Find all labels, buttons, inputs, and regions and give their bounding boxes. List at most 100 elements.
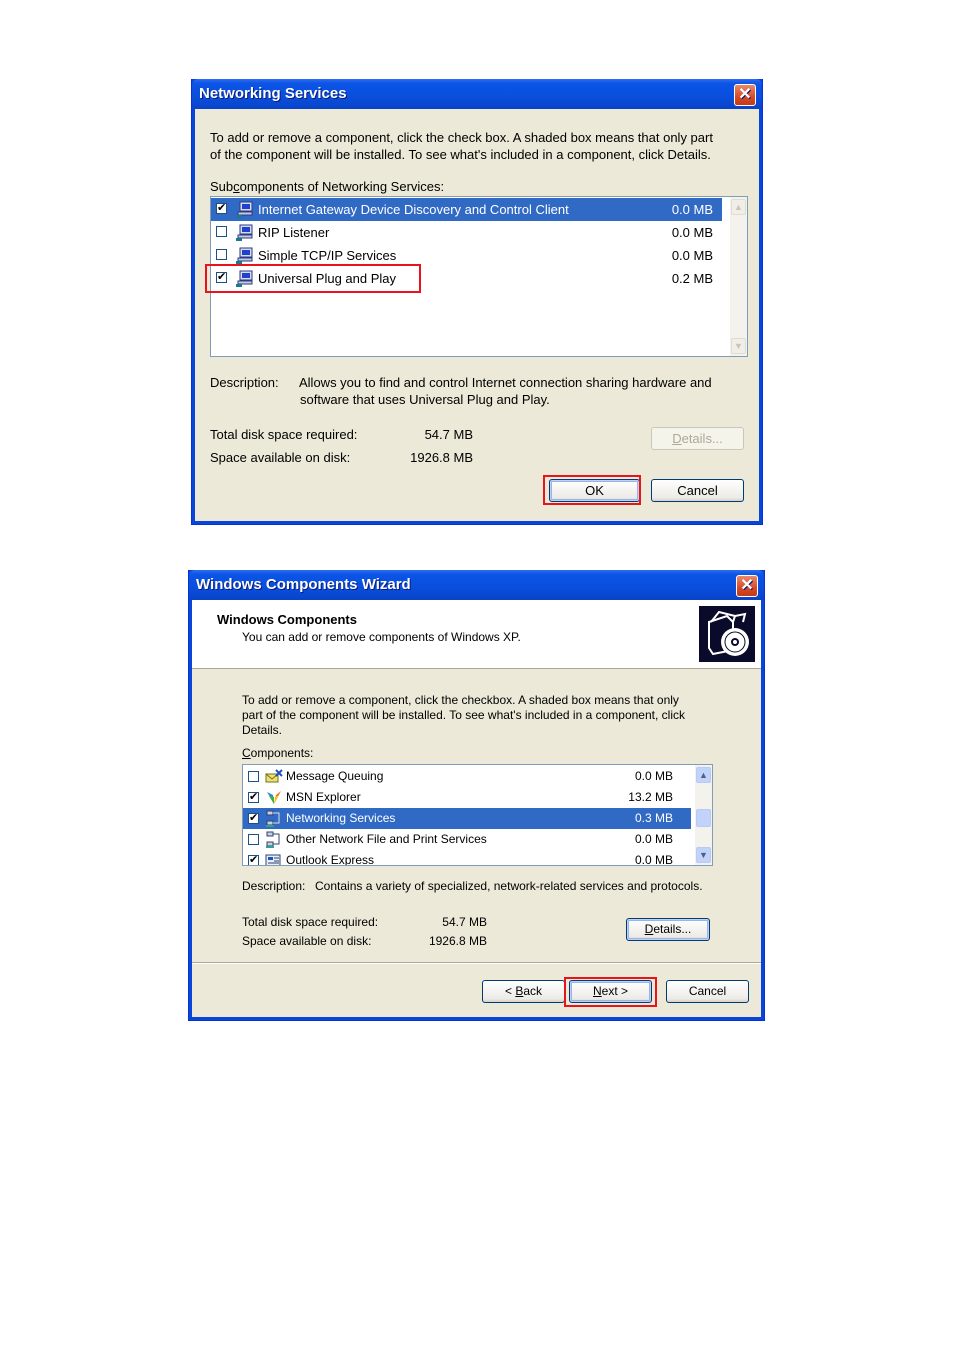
dialog-title: Windows Components Wizard <box>196 576 411 593</box>
components-label: Components: <box>242 746 313 760</box>
network-services-icon <box>266 831 280 848</box>
network-computer-icon <box>236 224 253 241</box>
subcomponents-list[interactable]: ✔ Internet Gateway Device Discovery and … <box>210 196 748 357</box>
instructions-line-1: To add or remove a component, click the … <box>242 693 679 707</box>
space-available-value: 1926.8 MB <box>410 450 473 465</box>
title-bar[interactable]: Networking Services ✕ <box>192 79 762 109</box>
accel-char: N <box>592 984 602 998</box>
subcomponents-label: Subcomponents of Networking Services: <box>210 179 444 194</box>
cancel-button[interactable]: Cancel <box>666 980 749 1003</box>
instructions-line-2: of the component will be installed. To s… <box>210 147 711 162</box>
list-item-networking-services[interactable]: ✔ Networking Services 0.3 MB <box>243 808 691 829</box>
item-label: Internet Gateway Device Discovery and Co… <box>258 202 569 217</box>
close-button[interactable]: ✕ <box>734 84 756 106</box>
ok-button[interactable]: OK <box>549 479 640 502</box>
list-item-igd[interactable]: ✔ Internet Gateway Device Discovery and … <box>211 198 722 221</box>
description-label: Description: <box>242 879 306 893</box>
next-button[interactable]: Next > <box>569 980 652 1003</box>
dialog-title: Networking Services <box>199 85 347 102</box>
checkbox-unchecked[interactable] <box>216 249 227 260</box>
outlook-express-icon <box>265 854 281 865</box>
list-item-other-network-file-print[interactable]: Other Network File and Print Services 0.… <box>243 829 691 850</box>
label-accel: C <box>242 746 251 760</box>
total-disk-label: Total disk space required: <box>210 427 358 442</box>
header-title: Windows Components <box>217 612 357 627</box>
total-disk-label: Total disk space required: <box>242 915 379 929</box>
instructions-line-1: To add or remove a component, click the … <box>210 130 713 145</box>
title-bar[interactable]: Windows Components Wizard ✕ <box>189 570 764 600</box>
description-line-2: software that uses Universal Plug and Pl… <box>300 392 550 407</box>
item-size: 0.3 MB <box>634 811 673 825</box>
list-item-msn-explorer[interactable]: ✔ MSN Explorer 13.2 MB <box>243 787 691 808</box>
item-size: 0.0 MB <box>634 832 673 846</box>
button-label: etails... <box>653 922 692 936</box>
accel-char: D <box>672 431 682 446</box>
checkbox-checked[interactable]: ✔ <box>248 855 259 865</box>
chevron-down-icon: ▼ <box>734 341 743 351</box>
close-icon: ✕ <box>738 86 752 103</box>
label-part: Sub <box>210 179 234 194</box>
windows-components-wizard: Windows Components Wizard ✕ Windows Comp… <box>188 570 765 1021</box>
list-item-rip[interactable]: RIP Listener 0.0 MB <box>211 221 722 244</box>
item-label: Message Queuing <box>286 769 384 783</box>
scroll-up-button[interactable]: ▲ <box>731 199 746 215</box>
item-size: 0.0 MB <box>634 853 673 866</box>
wizard-header: Windows Components You can add or remove… <box>192 600 761 669</box>
chevron-up-icon: ▲ <box>699 770 708 780</box>
details-button[interactable]: Details... <box>651 427 744 450</box>
scrollbar[interactable]: ▲ ▼ <box>730 197 747 356</box>
network-computer-icon <box>236 270 253 287</box>
item-size: 0.0 MB <box>671 202 713 217</box>
checkbox-checked[interactable]: ✔ <box>248 813 259 824</box>
network-services-icon <box>266 810 280 827</box>
space-available-label: Space available on disk: <box>242 934 372 948</box>
checkbox-checked[interactable]: ✔ <box>248 792 259 803</box>
msn-butterfly-icon <box>267 791 281 804</box>
scrollbar[interactable]: ▲ ▼ <box>695 765 712 865</box>
header-subtitle: You can add or remove components of Wind… <box>242 630 521 644</box>
chevron-up-icon: ▲ <box>734 202 743 212</box>
item-label: Simple TCP/IP Services <box>258 248 397 263</box>
label-part: omponents of Networking Services: <box>239 179 445 194</box>
checkbox-unchecked[interactable] <box>248 834 259 845</box>
space-available-value: 1926.8 MB <box>428 934 487 948</box>
back-button[interactable]: < Back <box>482 980 565 1003</box>
details-button[interactable]: Details... <box>626 918 710 941</box>
scroll-down-button[interactable]: ▼ <box>731 338 746 354</box>
instructions-line-3: Details. <box>242 723 283 737</box>
network-computer-icon <box>236 247 253 264</box>
wizard-body: Windows Components You can add or remove… <box>192 600 761 1017</box>
item-label: Outlook Express <box>286 853 375 866</box>
scroll-thumb[interactable] <box>696 809 711 827</box>
item-label: Networking Services <box>286 811 396 825</box>
close-button[interactable]: ✕ <box>736 575 758 597</box>
button-label: < <box>504 984 516 998</box>
description-label: Description: <box>210 375 279 390</box>
checkbox-checked[interactable]: ✔ <box>216 272 227 283</box>
description-text: Contains a variety of specialized, netwo… <box>315 879 703 893</box>
item-label: Other Network File and Print Services <box>286 832 487 846</box>
item-label: MSN Explorer <box>286 790 361 804</box>
item-label: Universal Plug and Play <box>258 271 397 286</box>
item-size: 13.2 MB <box>628 790 673 804</box>
item-label: RIP Listener <box>258 225 330 240</box>
checkbox-unchecked[interactable] <box>216 226 227 237</box>
box-cd-icon <box>699 606 755 662</box>
instructions-line-2: part of the component will be installed.… <box>242 708 685 722</box>
list-item-message-queuing[interactable]: Message Queuing 0.0 MB <box>243 766 691 787</box>
scroll-up-button[interactable]: ▲ <box>696 767 711 783</box>
scroll-down-button[interactable]: ▼ <box>696 847 711 863</box>
item-size: 0.0 MB <box>671 248 713 263</box>
list-item-upnp[interactable]: ✔ Universal Plug and Play 0.2 MB <box>211 267 722 290</box>
cancel-button[interactable]: Cancel <box>651 479 744 502</box>
components-list[interactable]: Message Queuing 0.0 MB ✔ MSN Explorer 13… <box>242 764 713 866</box>
label-part: omponents: <box>250 746 314 760</box>
list-item-outlook-express[interactable]: ✔ Outlook Express 0.0 MB <box>243 850 691 866</box>
button-label: ext > <box>601 984 629 998</box>
total-disk-value: 54.7 MB <box>424 427 473 442</box>
list-item-simple-tcpip[interactable]: Simple TCP/IP Services 0.0 MB <box>211 244 722 267</box>
dialog-body: To add or remove a component, click the … <box>195 109 759 521</box>
checkbox-checked[interactable]: ✔ <box>216 203 227 214</box>
checkbox-unchecked[interactable] <box>248 771 259 782</box>
space-available-label: Space available on disk: <box>210 450 351 465</box>
